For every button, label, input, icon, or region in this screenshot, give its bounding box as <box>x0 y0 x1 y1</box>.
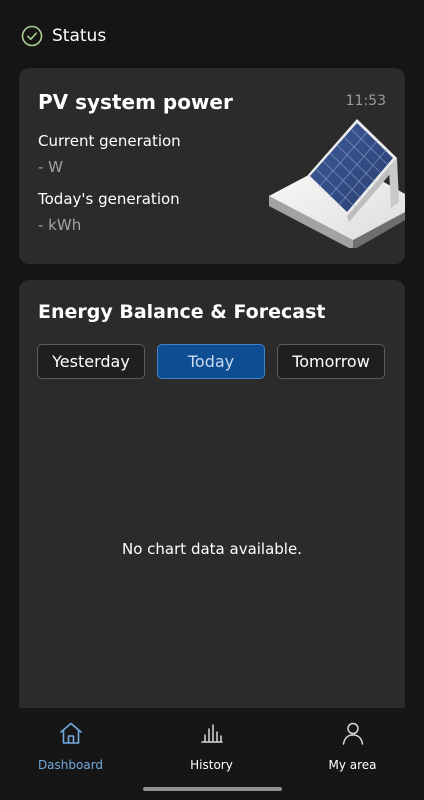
energy-balance-card: Energy Balance & Forecast Yesterday Toda… <box>19 280 405 720</box>
pv-card-title: PV system power <box>38 90 233 114</box>
nav-history[interactable]: History <box>141 708 282 788</box>
tab-yesterday[interactable]: Yesterday <box>37 344 145 379</box>
nav-dashboard-label: Dashboard <box>37 758 104 772</box>
tab-today[interactable]: Today <box>157 344 265 379</box>
home-indicator[interactable] <box>143 787 282 791</box>
check-circle-icon <box>21 25 43 47</box>
current-generation-value: - W <box>38 158 64 176</box>
solar-panel-illustration <box>265 116 405 252</box>
todays-generation-value: - kWh <box>38 216 82 234</box>
nav-my-area-label: My area <box>328 758 377 772</box>
status-label: Status <box>52 26 107 46</box>
todays-generation-label: Today's generation <box>38 190 180 208</box>
no-chart-data-message: No chart data available. <box>122 540 302 558</box>
nav-history-label: History <box>190 758 233 772</box>
pv-card-time: 11:53 <box>345 93 386 109</box>
pv-system-card[interactable]: PV system power 11:53 Current generation… <box>19 68 405 264</box>
energy-card-title: Energy Balance & Forecast <box>38 301 326 323</box>
nav-my-area[interactable]: My area <box>282 708 423 788</box>
nav-dashboard[interactable]: Dashboard <box>0 708 141 788</box>
tab-tomorrow[interactable]: Tomorrow <box>277 344 385 379</box>
status-row: Status <box>21 24 106 48</box>
current-generation-label: Current generation <box>38 132 181 150</box>
